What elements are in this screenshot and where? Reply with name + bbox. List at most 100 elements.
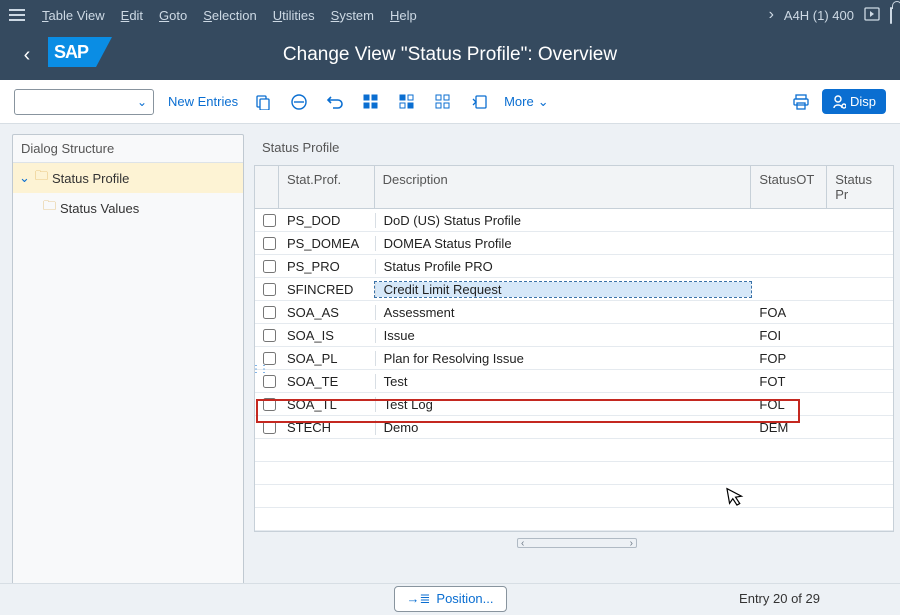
position-button[interactable]: →≣Position... <box>394 586 507 612</box>
row-checkbox[interactable] <box>263 421 276 434</box>
menu-help[interactable]: Help <box>390 8 417 23</box>
cell-description[interactable]: DoD (US) Status Profile <box>375 213 752 228</box>
variant-select[interactable]: ⌄ <box>14 89 154 115</box>
back-button[interactable]: ‹ <box>14 42 40 68</box>
cell-stat-prof[interactable]: SOA_AS <box>279 305 375 320</box>
cell-description[interactable]: DOMEA Status Profile <box>375 236 752 251</box>
table-row[interactable]: STECHDemoDEM <box>255 416 893 439</box>
status-profile-grid: Stat.Prof. Description StatusOT Status P… <box>254 165 894 532</box>
row-checkbox[interactable] <box>263 329 276 342</box>
table-row[interactable]: PS_DODDoD (US) Status Profile <box>255 209 893 232</box>
row-checkbox[interactable] <box>263 398 276 411</box>
cell-stat-prof[interactable]: SOA_IS <box>279 328 375 343</box>
cell-statusot[interactable]: FOL <box>751 397 827 412</box>
deselect-all-icon[interactable] <box>432 94 454 110</box>
row-checkbox[interactable] <box>263 283 276 296</box>
table-row-empty <box>255 508 893 531</box>
cell-description[interactable]: Issue <box>375 328 752 343</box>
row-checkbox[interactable] <box>263 237 276 250</box>
chevron-right-icon[interactable]: › <box>769 6 774 24</box>
menu-edit[interactable]: Edit <box>121 8 143 23</box>
menu-icon[interactable] <box>8 6 26 24</box>
top-menu: Table View Edit Goto Selection Utilities Syst… <box>42 8 417 23</box>
menu-system[interactable]: System <box>331 8 374 23</box>
row-checkbox[interactable] <box>263 352 276 365</box>
cell-stat-prof[interactable]: PS_DOMEA <box>279 236 375 251</box>
cell-stat-prof[interactable]: PS_PRO <box>279 259 375 274</box>
page-title: Change View "Status Profile": Overview <box>0 44 900 66</box>
cell-stat-prof[interactable]: PS_DOD <box>279 213 375 228</box>
tree-node-status-values[interactable]: 🗀 Status Values <box>13 193 243 223</box>
cell-description[interactable]: Assessment <box>375 305 752 320</box>
menu-utilities[interactable]: Utilities <box>273 8 315 23</box>
tree-node-label: Status Values <box>60 201 139 216</box>
row-checkbox[interactable] <box>263 375 276 388</box>
cell-statusot[interactable]: FOI <box>751 328 827 343</box>
copy-icon[interactable] <box>252 94 274 110</box>
menu-table-view[interactable]: Table View <box>42 8 105 23</box>
cell-statusot[interactable]: FOP <box>751 351 827 366</box>
cell-stat-prof[interactable]: STECH <box>279 420 375 435</box>
select-all-icon[interactable] <box>360 94 382 110</box>
cell-statusot[interactable]: DEM <box>751 420 827 435</box>
more-button[interactable]: More⌄ <box>504 94 549 110</box>
menu-goto[interactable]: Goto <box>159 8 187 23</box>
delete-icon[interactable] <box>288 93 310 111</box>
cell-description[interactable]: Test <box>375 374 752 389</box>
row-drag-handle[interactable]: ⋮⋮ <box>251 364 267 375</box>
tree-node-status-profile[interactable]: ⌄ 🗀 Status Profile <box>13 163 243 193</box>
table-row[interactable]: PS_DOMEADOMEA Status Profile <box>255 232 893 255</box>
col-description[interactable]: Description <box>375 166 752 208</box>
row-checkbox[interactable] <box>263 260 276 273</box>
table-row[interactable]: SOA_ASAssessmentFOA <box>255 301 893 324</box>
print-icon[interactable] <box>790 94 812 110</box>
cell-description[interactable]: Demo <box>375 420 752 435</box>
top-right: › A4H (1) 400 <box>769 6 892 24</box>
horizontal-scrollbar[interactable]: ‹› <box>517 538 637 548</box>
cell-statusot[interactable]: FOT <box>751 374 827 389</box>
table-row[interactable]: SOA_ISIssueFOI <box>255 324 893 347</box>
svg-text:SAP: SAP <box>54 42 89 62</box>
folder-icon: 🗀 <box>43 197 56 219</box>
unlock-icon[interactable] <box>890 8 892 23</box>
cell-stat-prof[interactable]: SFINCRED <box>279 282 375 297</box>
table-row-empty <box>255 485 893 508</box>
top-bar: Table View Edit Goto Selection Utilities Syst… <box>0 0 900 30</box>
table-row[interactable]: SOA_TETestFOT <box>255 370 893 393</box>
select-block-icon[interactable] <box>396 94 418 110</box>
table-row[interactable]: PS_PROStatus Profile PRO <box>255 255 893 278</box>
table-row[interactable]: SOA_TLTest LogFOL <box>255 393 893 416</box>
cell-description[interactable]: Credit Limit Request <box>375 282 752 297</box>
col-checkbox <box>255 166 279 208</box>
cell-description[interactable]: Plan for Resolving Issue <box>375 351 752 366</box>
col-stat-prof[interactable]: Stat.Prof. <box>279 166 375 208</box>
command-field-icon[interactable] <box>864 7 880 24</box>
chevron-down-icon: ⌄ <box>538 94 549 110</box>
col-status-pr[interactable]: Status Pr <box>827 166 893 208</box>
table-row-empty <box>255 439 893 462</box>
system-label: A4H (1) 400 <box>784 8 854 23</box>
table-header: Stat.Prof. Description StatusOT Status P… <box>255 166 893 209</box>
menu-selection[interactable]: Selection <box>203 8 256 23</box>
config-icon[interactable] <box>468 94 490 110</box>
cell-statusot[interactable]: FOA <box>751 305 827 320</box>
header-bar: ‹ SAP Change View "Status Profile": Over… <box>0 30 900 80</box>
display-button[interactable]: Disp <box>822 89 886 114</box>
toolbar: ⌄ New Entries More⌄ Disp <box>0 80 900 124</box>
row-checkbox[interactable] <box>263 306 276 319</box>
table-row[interactable]: SFINCREDCredit Limit Request <box>255 278 893 301</box>
cell-description[interactable]: Test Log <box>375 397 752 412</box>
undo-icon[interactable] <box>324 94 346 110</box>
col-statusot[interactable]: StatusOT <box>751 166 827 208</box>
table-row[interactable]: SOA_PLPlan for Resolving IssueFOP <box>255 347 893 370</box>
sap-logo: SAP <box>48 37 112 73</box>
cell-stat-prof[interactable]: SOA_TL <box>279 397 375 412</box>
dialog-structure-tree: Dialog Structure ⌄ 🗀 Status Profile 🗀 St… <box>12 134 244 594</box>
row-checkbox[interactable] <box>263 214 276 227</box>
cell-description[interactable]: Status Profile PRO <box>375 259 752 274</box>
cell-stat-prof[interactable]: SOA_PL <box>279 351 375 366</box>
section-title: Status Profile <box>262 140 900 155</box>
cell-stat-prof[interactable]: SOA_TE <box>279 374 375 389</box>
new-entries-button[interactable]: New Entries <box>168 94 238 109</box>
chevron-down-icon: ⌄ <box>137 95 147 109</box>
